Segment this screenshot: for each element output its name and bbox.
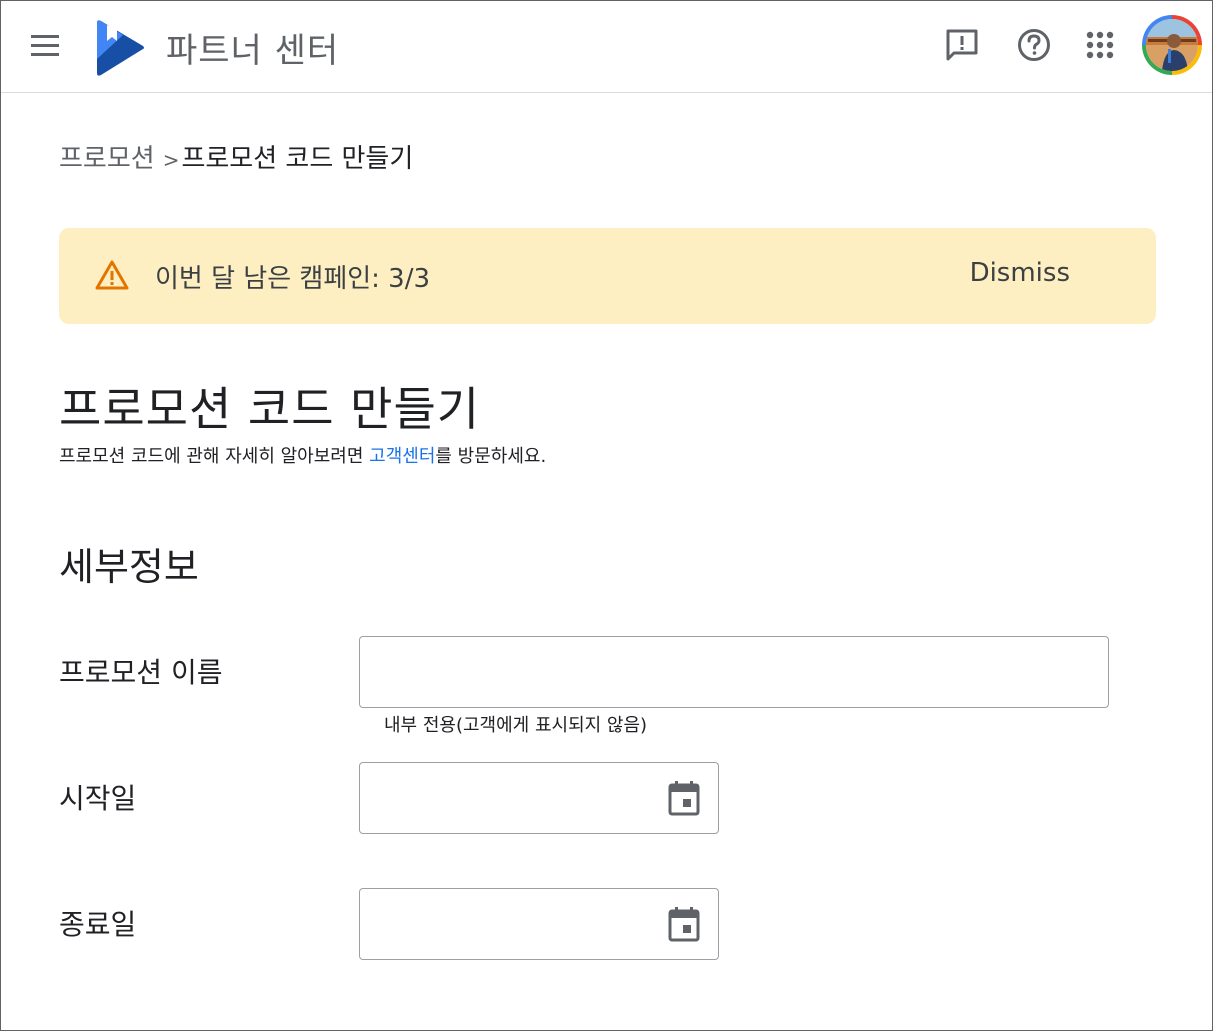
details-section-title: 세부정보 bbox=[59, 545, 199, 589]
feedback-icon[interactable] bbox=[944, 27, 980, 63]
page-subtitle: 프로모션 코드에 관해 자세히 알아보려면 고객센터를 방문하세요. bbox=[59, 442, 546, 468]
subtitle-text-after: 를 방문하세요. bbox=[435, 446, 547, 467]
start-date-input[interactable] bbox=[359, 762, 719, 834]
breadcrumb-separator: > bbox=[162, 148, 180, 172]
menu-icon[interactable] bbox=[25, 25, 65, 65]
breadcrumb-current: 프로모션 코드 만들기 bbox=[181, 144, 414, 174]
promo-name-helper: 내부 전용(고객에게 표시되지 않음) bbox=[384, 715, 648, 736]
app-title: 파트너 센터 bbox=[166, 31, 340, 71]
breadcrumb-promotions-link[interactable]: 프로모션 bbox=[59, 144, 155, 174]
start-date-label: 시작일 bbox=[59, 782, 137, 815]
end-date-input[interactable] bbox=[359, 888, 719, 960]
play-books-logo[interactable] bbox=[93, 19, 145, 77]
end-date-calendar-icon[interactable] bbox=[667, 906, 701, 942]
page-title: 프로모션 코드 만들기 bbox=[59, 382, 481, 436]
account-avatar[interactable] bbox=[1142, 15, 1202, 75]
subtitle-text-before: 프로모션 코드에 관해 자세히 알아보려면 bbox=[59, 446, 370, 467]
banner-message: 이번 달 남은 캠페인: 3/3 bbox=[155, 264, 431, 294]
help-center-link[interactable]: 고객센터 bbox=[369, 446, 435, 467]
breadcrumb: 프로모션 >프로모션 코드 만들기 bbox=[59, 138, 413, 175]
campaign-limit-banner: 이번 달 남은 캠페인: 3/3 Dismiss bbox=[59, 228, 1156, 324]
promo-name-label: 프로모션 이름 bbox=[59, 656, 223, 689]
warning-icon bbox=[95, 259, 129, 291]
apps-grid-icon[interactable] bbox=[1082, 27, 1118, 63]
top-app-bar: 파트너 센터 bbox=[1, 1, 1212, 93]
dismiss-button[interactable]: Dismiss bbox=[970, 258, 1070, 288]
avatar-photo bbox=[1146, 19, 1198, 71]
help-icon[interactable] bbox=[1016, 27, 1052, 63]
promo-name-input[interactable] bbox=[359, 636, 1109, 708]
end-date-label: 종료일 bbox=[59, 908, 137, 941]
start-date-calendar-icon[interactable] bbox=[667, 780, 701, 816]
